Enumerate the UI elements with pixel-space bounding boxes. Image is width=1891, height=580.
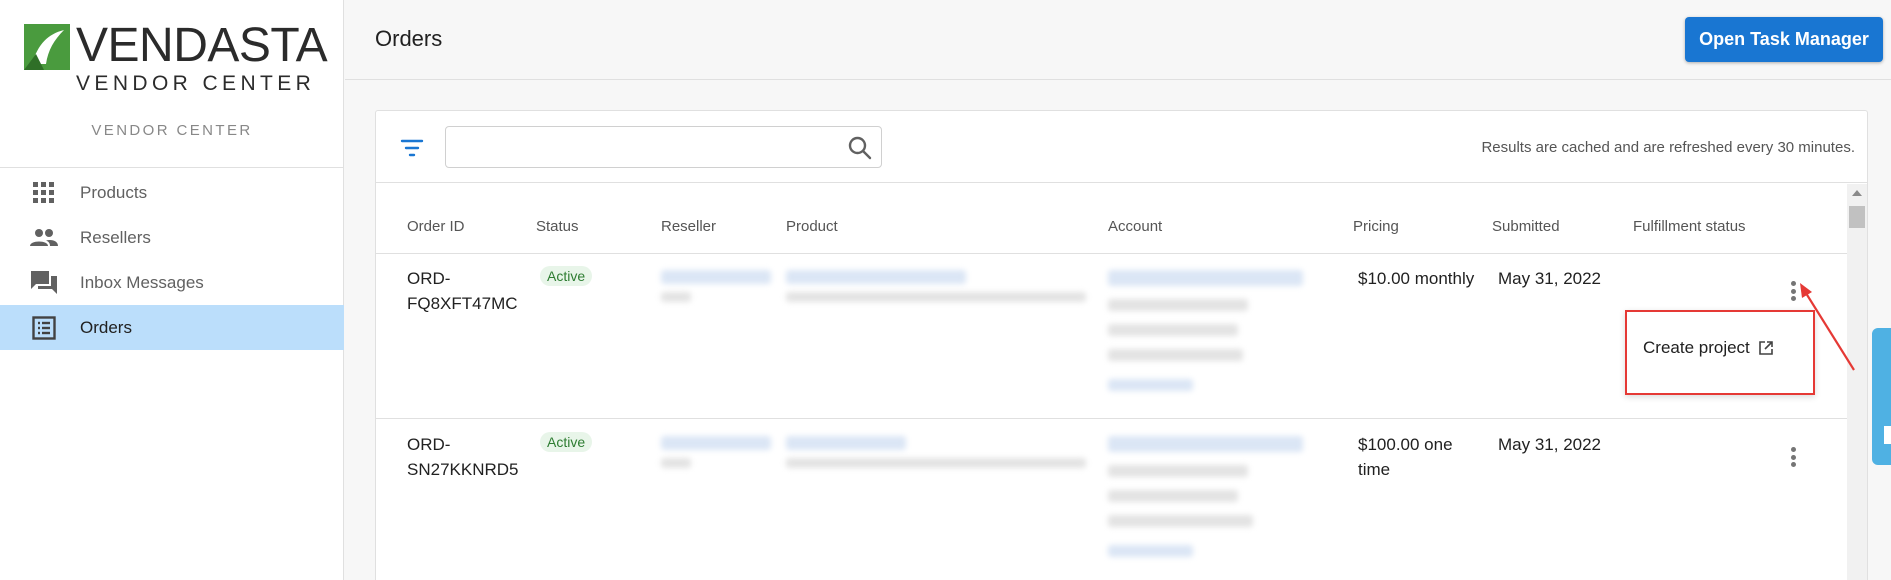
column-header-order-id[interactable]: Order ID	[407, 218, 465, 235]
account-redacted	[1108, 545, 1193, 557]
open-in-new-icon	[1758, 341, 1773, 355]
sidebar: VENDASTA VENDOR CENTER VENDOR CENTER Pro…	[0, 0, 344, 580]
reseller-redacted	[661, 436, 771, 450]
order-id-line: ORD-	[407, 269, 451, 288]
pricing: $100.00 one time	[1358, 432, 1453, 482]
orders-toolbar: Results are cached and are refreshed eve…	[376, 111, 1867, 183]
column-header-fulfillment-status[interactable]: Fulfillment status	[1633, 218, 1746, 235]
open-task-manager-button[interactable]: Open Task Manager	[1685, 17, 1883, 62]
account-redacted	[1108, 465, 1248, 477]
sidebar-item-products[interactable]: Products	[0, 170, 344, 215]
pricing-line: $100.00 one	[1358, 435, 1453, 454]
account-redacted	[1108, 299, 1248, 311]
product-redacted	[786, 436, 906, 450]
pricing: $10.00 monthly	[1358, 266, 1474, 291]
account-redacted	[1108, 349, 1243, 361]
grid-icon	[30, 179, 58, 207]
sidebar-item-inbox-messages[interactable]: Inbox Messages	[0, 260, 344, 305]
order-id-line: SN27KKNRD5	[407, 460, 519, 479]
page-title: Orders	[375, 26, 443, 51]
column-header-submitted[interactable]: Submitted	[1492, 218, 1560, 235]
create-project-menu-item[interactable]: Create project	[1643, 338, 1774, 358]
order-id-line: FQ8XFT47MC	[407, 294, 518, 313]
account-redacted	[1108, 324, 1238, 336]
submitted-date: May 31, 2022	[1498, 269, 1602, 288]
sidebar-divider	[0, 167, 344, 168]
cache-note: Results are cached and are refreshed eve…	[1481, 139, 1855, 156]
sidebar-item-label: Orders	[80, 317, 132, 337]
reseller-redacted	[661, 458, 691, 468]
sidebar-item-label: Inbox Messages	[80, 272, 204, 292]
vendasta-leaf-icon	[24, 24, 70, 70]
side-tab-mark-icon	[1884, 426, 1891, 444]
search-box	[445, 126, 882, 168]
column-header-status[interactable]: Status	[536, 218, 579, 235]
scroll-thumb[interactable]	[1849, 206, 1865, 228]
sidebar-item-label: Resellers	[80, 227, 151, 247]
reseller-redacted	[661, 270, 771, 284]
page-header: Orders Open Task Manager	[345, 0, 1891, 80]
sidebar-caption: VENDOR CENTER	[91, 122, 253, 139]
vendasta-logo[interactable]: VENDASTA VENDOR CENTER	[24, 19, 328, 98]
brand-name: VENDASTA	[76, 19, 328, 72]
account-redacted	[1108, 490, 1238, 502]
search-input[interactable]	[456, 127, 836, 167]
list-icon	[30, 314, 58, 342]
submitted-date: May 31, 2022	[1498, 435, 1602, 454]
column-header-product[interactable]: Product	[786, 218, 838, 235]
product-redacted	[786, 292, 1086, 302]
order-id-line: ORD-	[407, 435, 451, 454]
feedback-side-tab[interactable]	[1872, 328, 1891, 465]
column-header-pricing[interactable]: Pricing	[1353, 218, 1399, 235]
product-redacted	[786, 458, 1086, 468]
account-redacted	[1108, 379, 1193, 391]
order-id[interactable]: ORD- FQ8XFT47MC	[407, 266, 518, 316]
search-icon[interactable]	[847, 135, 873, 161]
pricing-line: time	[1358, 460, 1391, 479]
account-redacted	[1108, 436, 1303, 452]
sidebar-item-label: Products	[80, 182, 148, 202]
sidebar-item-resellers[interactable]: Resellers	[0, 215, 344, 260]
account-redacted	[1108, 270, 1303, 286]
brand-subtitle: VENDOR CENTER	[76, 72, 316, 95]
vertical-scrollbar[interactable]	[1847, 184, 1867, 580]
status-badge: Active	[540, 432, 593, 452]
product-redacted	[786, 270, 966, 284]
scroll-up-arrow-icon[interactable]	[1852, 190, 1862, 196]
account-redacted	[1108, 515, 1253, 527]
reseller-redacted	[661, 292, 691, 302]
table-row[interactable]: ORD- SN27KKNRD5 Active $100.00 one time …	[376, 420, 1849, 580]
people-icon	[30, 224, 58, 252]
table-header: Order ID Status Reseller Product Account…	[376, 184, 1849, 254]
pricing-line: $10.00 monthly	[1358, 269, 1475, 288]
status-badge: Active	[540, 266, 593, 286]
create-project-label: Create project	[1643, 338, 1750, 357]
row-actions-menu: Create project	[1625, 310, 1815, 395]
chat-icon	[30, 269, 58, 297]
sidebar-nav: Products Resellers Inbox Messages Orders	[0, 170, 344, 350]
annotation-arrow-icon	[1800, 283, 1855, 371]
more-vert-icon[interactable]	[1786, 443, 1800, 471]
column-header-account[interactable]: Account	[1108, 218, 1162, 235]
column-header-reseller[interactable]: Reseller	[661, 218, 716, 235]
order-id[interactable]: ORD- SN27KKNRD5	[407, 432, 519, 482]
filter-icon[interactable]	[400, 137, 424, 159]
sidebar-item-orders[interactable]: Orders	[0, 305, 344, 350]
